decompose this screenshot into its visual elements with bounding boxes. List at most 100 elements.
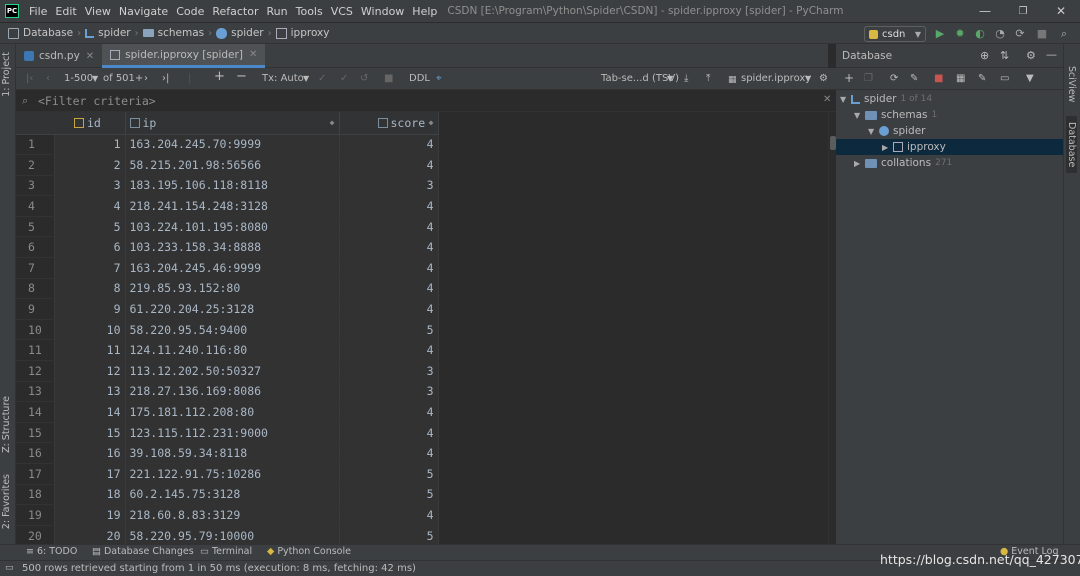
cell-ip[interactable]: 221.122.91.75:10286	[125, 463, 340, 485]
cell-id[interactable]: 7	[54, 257, 126, 279]
edit-icon[interactable]: ✎	[978, 72, 986, 86]
tx-mode-select[interactable]: Tx: Auto	[262, 72, 304, 86]
cell-ip[interactable]: 58.220.95.79:10000	[125, 525, 340, 544]
python-console-tool-tab[interactable]: ◆ Python Console	[267, 546, 351, 557]
console-icon[interactable]: ▭	[1000, 72, 1009, 86]
cell-id[interactable]: 15	[54, 422, 126, 444]
table-row[interactable]: 15 15 123.115.112.231:9000 4	[16, 422, 439, 444]
cell-id[interactable]: 5	[54, 216, 126, 238]
cell-score[interactable]: 5	[339, 525, 439, 544]
breadcrumb-schemas[interactable]: schemas	[142, 27, 204, 39]
breadcrumb-ipproxy[interactable]: ipproxy	[275, 27, 329, 39]
cell-score[interactable]: 5	[339, 463, 439, 485]
cell-score[interactable]: 5	[339, 319, 439, 341]
cell-score[interactable]: 5	[339, 484, 439, 506]
download-icon[interactable]: ⤓	[684, 72, 688, 86]
menu-code[interactable]: Code	[172, 5, 208, 18]
run-config-select[interactable]: csdn ▼	[864, 26, 926, 42]
table-row[interactable]: 4 4 218.241.154.248:3128 4	[16, 195, 439, 217]
cell-ip[interactable]: 103.224.101.195:8080	[125, 216, 340, 238]
cell-ip[interactable]: 58.220.95.54:9400	[125, 319, 340, 341]
cell-ip[interactable]: 60.2.145.75:3128	[125, 484, 340, 506]
database-changes-tool-tab[interactable]: ▤ Database Changes	[92, 546, 194, 557]
refresh-icon[interactable]: ⟳	[890, 72, 898, 86]
table-view-icon[interactable]: ▦	[956, 72, 965, 86]
cell-score[interactable]: 3	[339, 360, 439, 382]
cell-id[interactable]: 14	[54, 401, 126, 423]
menu-file[interactable]: File	[25, 5, 51, 18]
cell-score[interactable]: 3	[339, 381, 439, 403]
breadcrumb-database[interactable]: Database	[8, 27, 73, 39]
cell-id[interactable]: 3	[54, 175, 126, 197]
cell-id[interactable]: 17	[54, 463, 126, 485]
concurrency-icon[interactable]: ⟳	[1014, 28, 1026, 40]
cell-ip[interactable]: 58.215.201.98:56566	[125, 154, 340, 176]
filter-criteria-input[interactable]: <Filter criteria>	[38, 94, 156, 108]
commit-check-icon[interactable]: ✓	[318, 72, 326, 86]
cell-id[interactable]: 8	[54, 278, 126, 300]
cell-id[interactable]: 19	[54, 504, 126, 526]
menu-run[interactable]: Run	[263, 5, 292, 18]
cell-ip[interactable]: 219.85.93.152:80	[125, 278, 340, 300]
cell-score[interactable]: 4	[339, 236, 439, 259]
first-page-icon[interactable]: |‹	[26, 72, 33, 86]
cell-ip[interactable]: 163.204.245.46:9999	[125, 257, 340, 279]
tree-node-ipproxy[interactable]: ▶ ipproxy	[836, 139, 1063, 155]
cell-id[interactable]: 20	[54, 525, 126, 544]
status-toggle-icon[interactable]: ▭	[5, 563, 14, 573]
table-row[interactable]: 20 20 58.220.95.79:10000 5	[16, 525, 439, 544]
cell-id[interactable]: 1	[54, 134, 126, 156]
table-row[interactable]: 9 9 61.220.204.25:3128 4	[16, 298, 439, 320]
menu-edit[interactable]: Edit	[51, 5, 80, 18]
cell-score[interactable]: 4	[339, 504, 439, 526]
database-tool-tab[interactable]: Database	[1066, 116, 1077, 174]
disconnect-icon[interactable]: ■	[934, 72, 943, 86]
cell-score[interactable]: 4	[339, 195, 439, 217]
cell-ip[interactable]: 163.204.245.70:9999	[125, 134, 340, 156]
gear-icon[interactable]: ⚙	[1026, 49, 1036, 62]
cell-ip[interactable]: 183.195.106.118:8118	[125, 175, 340, 197]
table-row[interactable]: 16 16 39.108.59.34:8118 4	[16, 442, 439, 464]
tab-csdn-py[interactable]: csdn.py ✕	[16, 44, 102, 68]
stop-query-icon[interactable]: ■	[384, 72, 393, 86]
filter-icon[interactable]: ▼	[1026, 72, 1034, 86]
show-diagram-icon[interactable]: ⌖	[436, 72, 442, 86]
properties-icon[interactable]: ✎	[910, 72, 918, 86]
cell-id[interactable]: 18	[54, 484, 126, 506]
profile-icon[interactable]: ◔	[994, 28, 1006, 40]
table-row[interactable]: 19 19 218.60.8.83:3129 4	[16, 504, 439, 526]
cell-score[interactable]: 4	[339, 257, 439, 279]
tree-node-spider-schema[interactable]: ▼ spider	[868, 123, 926, 139]
run-icon[interactable]: ▶	[934, 28, 946, 40]
todo-tool-tab[interactable]: ≡ 6: TODO	[26, 546, 77, 557]
table-row[interactable]: 12 12 113.12.202.50:50327 3	[16, 360, 439, 382]
rollback-icon[interactable]: ↺	[360, 72, 368, 86]
project-tool-tab[interactable]: 1: Project	[1, 52, 12, 97]
menu-navigate[interactable]: Navigate	[115, 5, 172, 18]
cell-id[interactable]: 16	[54, 442, 126, 464]
breadcrumb-spider-schema[interactable]: spider	[216, 27, 264, 39]
column-header-score[interactable]: score ◆	[339, 112, 439, 135]
cell-ip[interactable]: 218.241.154.248:3128	[125, 195, 340, 217]
close-tab-icon[interactable]: ✕	[86, 51, 94, 62]
table-row[interactable]: 7 7 163.204.245.46:9999 4	[16, 257, 439, 279]
cell-score[interactable]: 4	[339, 298, 439, 320]
terminal-tool-tab[interactable]: ▭ Terminal	[200, 546, 252, 557]
cell-id[interactable]: 6	[54, 236, 126, 259]
commit-check-icon[interactable]: ✓	[340, 72, 348, 86]
add-datasource-icon[interactable]: +	[844, 71, 854, 85]
coverage-icon[interactable]: ◐	[974, 28, 986, 40]
cell-id[interactable]: 10	[54, 319, 126, 341]
last-page-icon[interactable]: ›|	[162, 72, 169, 86]
menu-tools[interactable]: Tools	[292, 5, 327, 18]
target-icon[interactable]: ⊕	[980, 49, 989, 62]
target-table-select[interactable]: spider.ipproxy	[741, 72, 811, 86]
cell-id[interactable]: 13	[54, 381, 126, 403]
menu-vcs[interactable]: VCS	[327, 5, 357, 18]
collapse-all-icon[interactable]: ⇅	[1000, 49, 1009, 62]
table-row[interactable]: 6 6 103.233.158.34:8888 4	[16, 236, 439, 259]
cell-score[interactable]: 4	[339, 134, 439, 156]
cell-score[interactable]: 3	[339, 175, 439, 197]
add-row-icon[interactable]: +	[214, 70, 225, 84]
table-row[interactable]: 18 18 60.2.145.75:3128 5	[16, 484, 439, 506]
